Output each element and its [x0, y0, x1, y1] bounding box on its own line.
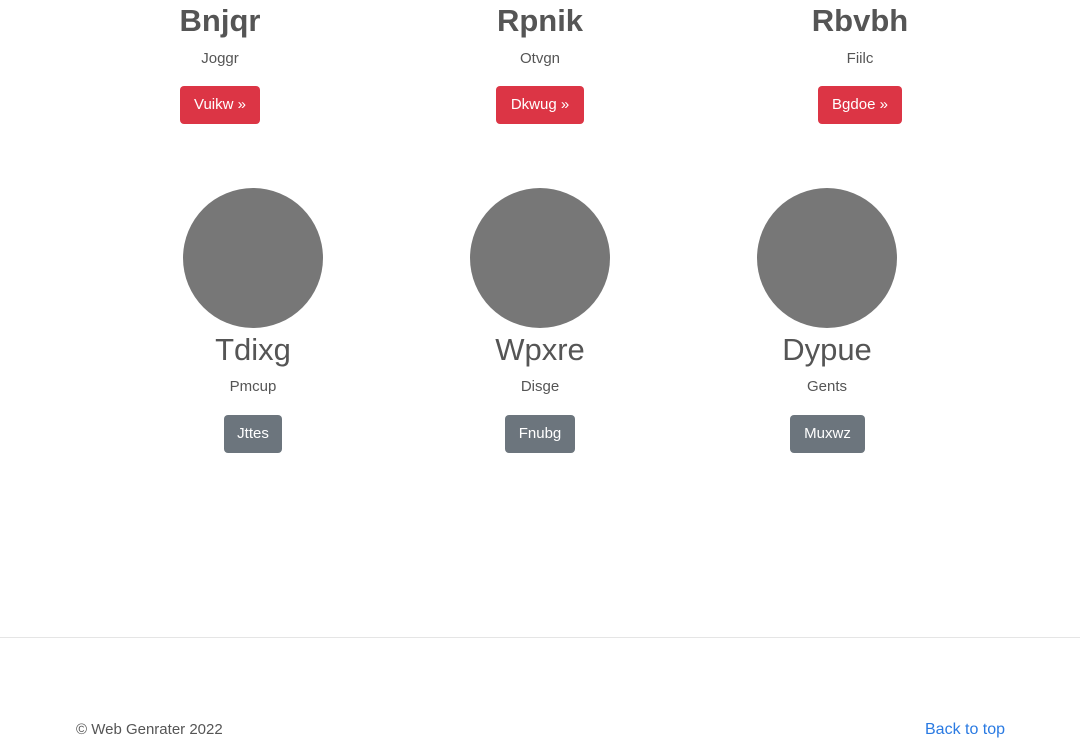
- card-title: Rbvbh: [811, 3, 909, 38]
- card-title: Rpnik: [496, 3, 584, 38]
- bgdoe-button[interactable]: Bgdoe »: [818, 86, 902, 124]
- card-title: Tdixg: [215, 332, 291, 367]
- card-subtitle: Otvgn: [519, 50, 561, 67]
- page: Bnjqr Joggr Vuikw » Rpnik Otvgn Dkwug » …: [0, 0, 1080, 742]
- placeholder-image: [183, 188, 323, 328]
- card-subtitle: Fiilc: [846, 50, 874, 67]
- card-subtitle: Disge: [520, 378, 560, 395]
- placeholder-image: [757, 188, 897, 328]
- card-title: Bnjqr: [179, 3, 261, 38]
- card-subtitle: Pmcup: [229, 378, 277, 395]
- placeholder-image: [470, 188, 610, 328]
- card-subtitle: Gents: [806, 378, 848, 395]
- back-to-top-link[interactable]: Back to top: [925, 720, 1005, 740]
- footer-divider: [0, 637, 1080, 638]
- card-title: Wpxre: [495, 332, 585, 367]
- card-title: Dypue: [782, 332, 872, 367]
- card-subtitle: Joggr: [201, 50, 239, 67]
- vuikw-button[interactable]: Vuikw »: [180, 86, 260, 124]
- fnubg-button[interactable]: Fnubg: [505, 415, 575, 453]
- copyright-text: © Web Genrater 2022: [76, 721, 223, 738]
- jttes-button[interactable]: Jttes: [224, 415, 282, 453]
- dkwug-button[interactable]: Dkwug »: [496, 86, 584, 124]
- muxwz-button[interactable]: Muxwz: [790, 415, 865, 453]
